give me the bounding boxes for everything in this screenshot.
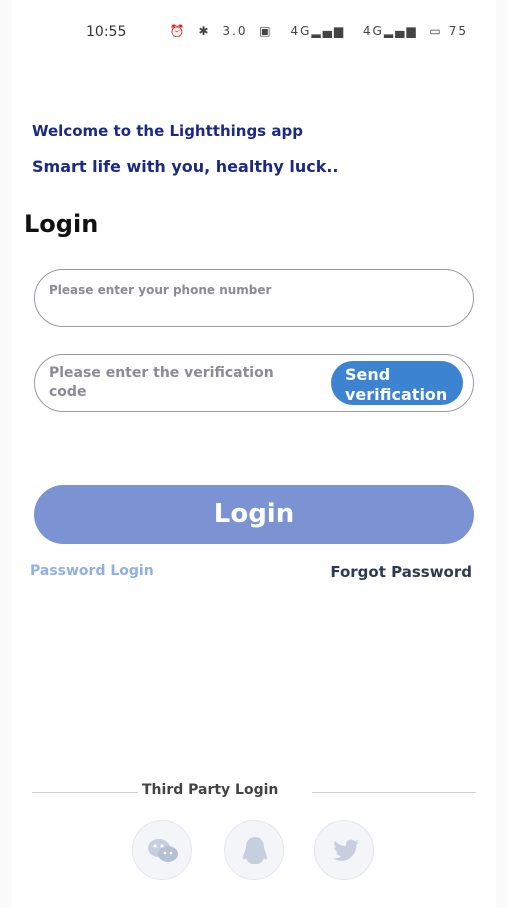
phone-input[interactable] [49,283,289,325]
verification-code-input[interactable] [49,364,299,406]
signal-icon: 4G▂▄▆ [362,24,418,38]
battery-icon: ▭ 75 [429,24,468,38]
third-party-login-label: Third Party Login [142,782,279,798]
status-icons: ⏰ ✱ 3.0 ▣ 4G▂▄▆ 4G▂▄▆ ▭ 75 [164,24,468,38]
forgot-password-link[interactable]: Forgot Password [330,563,472,581]
phone-field [34,269,474,327]
divider-right [312,792,476,793]
status-bar: 10:55 ⏰ ✱ 3.0 ▣ 4G▂▄▆ 4G▂▄▆ ▭ 75 [12,0,496,62]
verification-code-field: Send verification [34,354,474,412]
bluetooth-icon: ✱ [198,24,211,38]
status-time: 10:55 [86,24,127,40]
wechat-icon [148,839,178,862]
signal-icon: 4G▂▄▆ [290,24,346,38]
qq-icon [243,837,267,864]
signal-label: 4G [290,24,312,38]
twitter-icon [333,839,359,861]
battery-level: 75 [448,24,468,38]
data-speed-icon: 3.0 [222,24,248,38]
password-login-link[interactable]: Password Login [30,563,154,579]
wechat-login-button[interactable] [132,820,192,880]
welcome-text: Welcome to the Lightthings app [32,122,303,140]
nfc-icon: ▣ [259,24,273,38]
alarm-icon: ⏰ [169,24,187,38]
twitter-login-button[interactable] [314,820,374,880]
login-screen: 10:55 ⏰ ✱ 3.0 ▣ 4G▂▄▆ 4G▂▄▆ ▭ 75 Welcome … [12,0,496,908]
qq-login-button[interactable] [224,820,284,880]
page-title: Login [24,210,99,238]
signal-label: 4G [362,24,384,38]
divider-left [32,792,138,793]
send-verification-button[interactable]: Send verification [331,361,463,405]
login-button[interactable]: Login [34,485,474,544]
tagline-text: Smart life with you, healthy luck.. [32,157,339,176]
